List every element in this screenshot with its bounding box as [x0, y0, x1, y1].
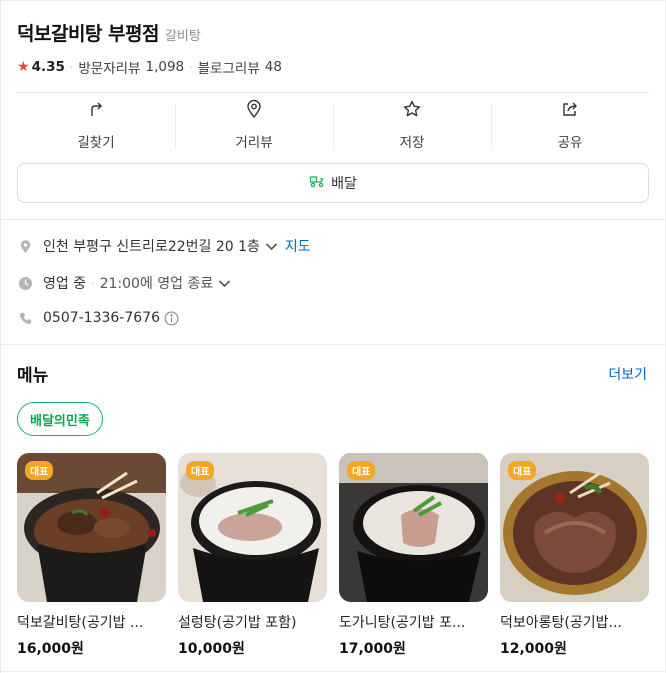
rating-star-icon: ★ — [17, 59, 30, 75]
section-separator — [1, 219, 665, 220]
signature-badge: 대표 — [25, 461, 54, 480]
menu-more-link[interactable]: 더보기 — [608, 364, 647, 384]
menu-photo: 대표 — [339, 453, 488, 602]
directions-label: 길찾기 — [77, 135, 115, 151]
address-text: 인천 부평구 신트리로22번길 20 1층 — [43, 239, 260, 255]
rating-row: ★ 4.35 · 방문자리뷰 1,098 · 블로그리뷰 48 — [17, 57, 282, 77]
chevron-down-icon[interactable] — [217, 276, 232, 291]
title-row: 덕보갈비탕 부평점 갈비탕 — [17, 19, 201, 46]
street-view-icon — [244, 99, 264, 123]
hours-row: 영업 중 · 21:00에 영업 종료 — [17, 273, 232, 293]
share-label: 공유 — [557, 135, 583, 151]
save-button[interactable]: 저장 — [333, 93, 491, 157]
menu-photo: 대표 — [500, 453, 649, 602]
separator-dot: · — [69, 60, 74, 74]
menu-item-name: 도가니탕(공기밥 포... — [339, 615, 466, 631]
rating-score: 4.35 — [31, 59, 65, 75]
action-bar: 길찾기 거리뷰 저장 공유 — [17, 93, 649, 157]
share-icon — [560, 99, 580, 123]
save-label: 저장 — [399, 135, 425, 151]
menu-item-price: 12,000원 — [500, 641, 567, 657]
menu-item-price: 16,000원 — [17, 641, 84, 657]
blog-review-label[interactable]: 블로그리뷰 — [198, 57, 260, 77]
phone-number[interactable]: 0507-1336-7676 — [43, 310, 160, 326]
business-status: 영업 중 — [43, 276, 87, 292]
phone-icon — [17, 310, 33, 326]
menu-item[interactable]: 대표 덕보갈비탕(공기밥 ... 16,000원 — [17, 453, 166, 658]
visitor-review-label[interactable]: 방문자리뷰 — [78, 57, 140, 77]
location-pin-icon — [17, 238, 33, 254]
menu-item-name: 덕보갈비탕(공기밥 ... — [17, 615, 144, 631]
map-link[interactable]: 지도 — [285, 236, 311, 256]
bottom-divider — [1, 671, 665, 672]
menu-photo: 대표 — [178, 453, 327, 602]
menu-item-name: 설렁탕(공기밥 포함) — [178, 615, 297, 631]
clock-icon — [17, 275, 33, 291]
menu-photo: 대표 — [17, 453, 166, 602]
signature-badge: 대표 — [186, 461, 215, 480]
section-separator — [1, 344, 665, 345]
scooter-icon — [309, 173, 331, 193]
menu-item-price: 17,000원 — [339, 641, 406, 657]
street-view-label: 거리뷰 — [235, 135, 273, 151]
menu-item[interactable]: 대표 덕보아롱탕(공기밥... 12,000원 — [500, 453, 649, 658]
place-name: 덕보갈비탕 부평점 — [17, 23, 159, 45]
signature-badge: 대표 — [508, 461, 537, 480]
menu-item-name: 덕보아롱탕(공기밥... — [500, 615, 622, 631]
menu-item-price: 10,000원 — [178, 641, 245, 657]
menu-item[interactable]: 대표 설렁탕(공기밥 포함) 10,000원 — [178, 453, 327, 658]
signature-badge: 대표 — [347, 461, 376, 480]
address-row: 인천 부평구 신트리로22번길 20 1층 지도 — [17, 236, 311, 256]
closing-time: 21:00에 영업 종료 — [99, 276, 214, 292]
menu-list: 대표 덕보갈비탕(공기밥 ... 16,000원 대표 설렁탕(공기밥 포함) … — [17, 453, 649, 658]
menu-section-title: 메뉴 — [17, 366, 49, 386]
share-button[interactable]: 공유 — [491, 93, 649, 157]
place-category: 갈비탕 — [164, 29, 201, 44]
info-icon[interactable] — [164, 311, 179, 326]
chevron-down-icon[interactable] — [264, 239, 279, 254]
directions-button[interactable]: 길찾기 — [17, 93, 175, 157]
star-icon — [402, 99, 422, 123]
street-view-button[interactable]: 거리뷰 — [175, 93, 333, 157]
menu-item[interactable]: 대표 도가니탕(공기밥 포... 17,000원 — [339, 453, 488, 658]
phone-row: 0507-1336-7676 — [17, 310, 179, 326]
delivery-app-chip[interactable]: 배달의민족 — [17, 402, 103, 436]
separator-dot: · — [189, 60, 193, 74]
blog-review-count[interactable]: 48 — [265, 59, 282, 75]
delivery-label: 배달 — [331, 176, 357, 192]
visitor-review-count[interactable]: 1,098 — [145, 59, 184, 75]
directions-icon — [86, 99, 106, 123]
place-card: 덕보갈비탕 부평점 갈비탕 ★ 4.35 · 방문자리뷰 1,098 · 블로그… — [0, 0, 666, 673]
separator-dot: · — [91, 276, 95, 290]
delivery-button[interactable]: 배달 — [17, 163, 649, 203]
